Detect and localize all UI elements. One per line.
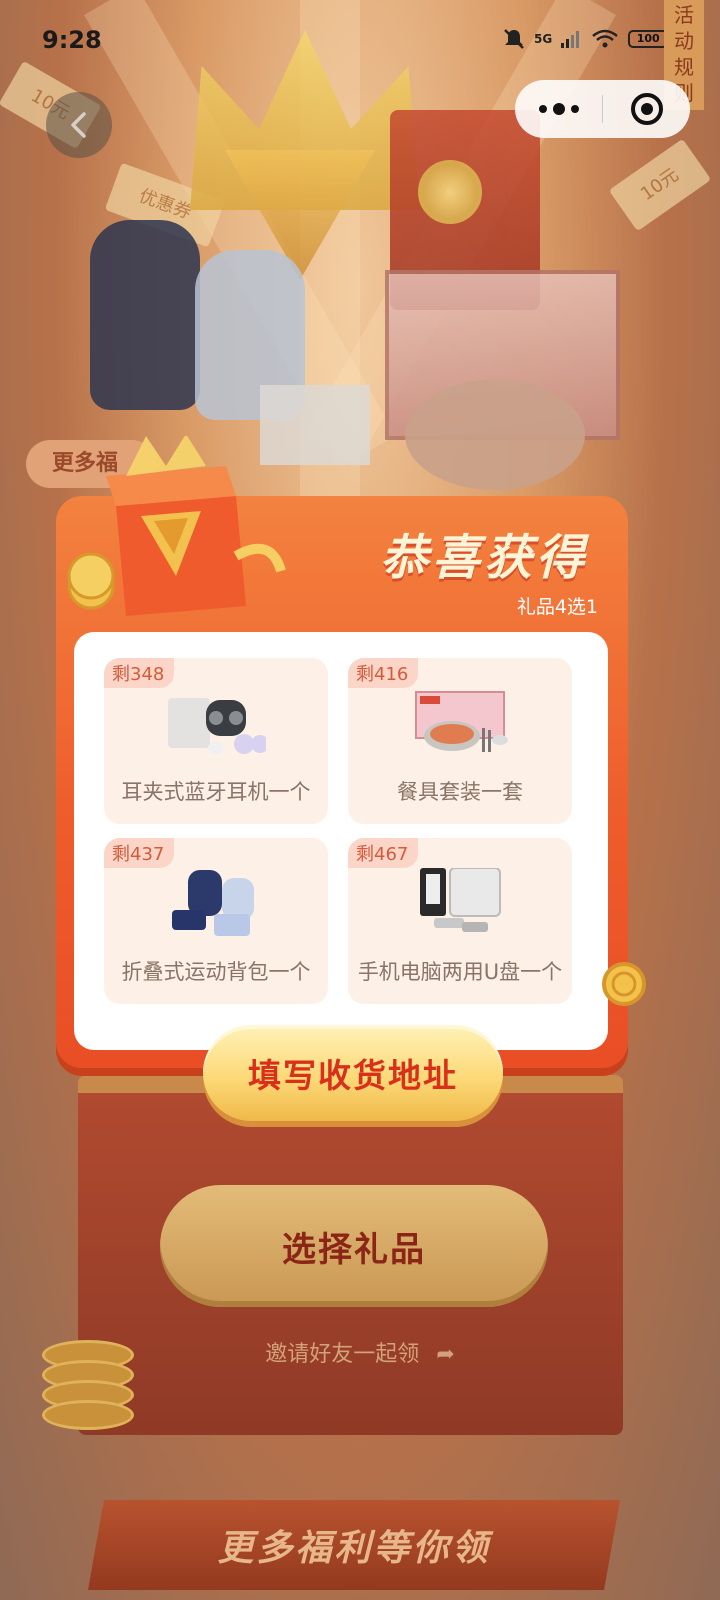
back-button[interactable] <box>46 92 112 158</box>
coupon-ticket: 10元 <box>608 138 712 232</box>
battery-icon: 100 <box>628 30 669 48</box>
fill-address-label: 填写收货地址 <box>248 1056 458 1095</box>
modal-subtitle: 礼品4选1 <box>516 596 598 618</box>
stock-badge: 剩416 <box>348 658 419 688</box>
gift-option-tableware[interactable]: 剩416 餐具套装一套 <box>348 658 572 824</box>
gift-name: 耳夹式蓝牙耳机一个 <box>121 780 311 804</box>
earphones-image <box>168 698 266 754</box>
gift-reward-modal: 恭喜获得 礼品4选1 剩348 耳夹式蓝牙耳机一个 剩416 餐具套装一套 剩4… <box>56 436 628 1068</box>
ticket-label: 10元 <box>636 164 683 205</box>
target-circle-icon <box>630 93 663 125</box>
more-menu-button[interactable] <box>515 103 602 115</box>
choose-gift-label: 选择礼品 <box>282 1229 426 1270</box>
signal-icon <box>561 31 580 48</box>
coin-icon <box>602 962 646 1006</box>
status-bar: 9:28 5G 100 <box>0 0 720 80</box>
status-icons: 5G 100 <box>502 28 669 50</box>
stock-badge: 剩437 <box>104 838 175 868</box>
network-label: 5G <box>534 32 553 46</box>
backpack-image <box>172 870 254 936</box>
bottom-banner-label: 更多福利等你领 <box>217 1528 491 1569</box>
yuan-coin-icon <box>418 160 482 224</box>
close-miniprogram-button[interactable] <box>603 92 690 126</box>
status-time: 9:28 <box>42 26 102 54</box>
miniprogram-capsule <box>515 80 690 138</box>
gift-option-earphones[interactable]: 剩348 耳夹式蓝牙耳机一个 <box>104 658 328 824</box>
coin-stack-decoration <box>42 1340 134 1435</box>
backpack-image <box>90 220 200 410</box>
gift-option-backpack[interactable]: 剩437 折叠式运动背包一个 <box>104 838 328 1004</box>
gift-options-panel: 剩348 耳夹式蓝牙耳机一个 剩416 餐具套装一套 剩437 折叠式运动背包一… <box>74 632 608 1050</box>
usb-drive-image <box>420 868 501 932</box>
choose-gift-button[interactable]: 选择礼品 <box>160 1185 548 1307</box>
share-arrow-icon: ➦ <box>436 1342 455 1367</box>
stock-badge: 剩467 <box>348 838 419 868</box>
hotpot-image <box>405 380 585 490</box>
more-benefits-banner[interactable]: 更多福利等你领 <box>88 1500 620 1590</box>
chevron-left-icon <box>71 112 86 138</box>
rules-char: 活 <box>674 3 694 27</box>
gift-option-usb-drive[interactable]: 剩467 手机电脑两用U盘一个 <box>348 838 572 1004</box>
wifi-icon <box>592 29 619 48</box>
gift-name: 手机电脑两用U盘一个 <box>357 960 563 984</box>
invite-label: 邀请好友一起领 <box>265 1342 420 1367</box>
stock-badge: 剩348 <box>104 658 175 688</box>
battery-level: 100 <box>636 32 660 45</box>
gift-name: 折叠式运动背包一个 <box>121 960 311 984</box>
mute-icon <box>504 29 524 49</box>
gift-name: 餐具套装一套 <box>397 780 523 804</box>
rules-char: 规 <box>674 55 694 79</box>
gift-box-icon <box>67 436 286 616</box>
fill-address-button[interactable]: 填写收货地址 <box>203 1025 503 1121</box>
modal-title: 恭喜获得 <box>379 530 588 586</box>
rules-char: 动 <box>674 29 694 53</box>
tableware-image <box>415 691 508 752</box>
